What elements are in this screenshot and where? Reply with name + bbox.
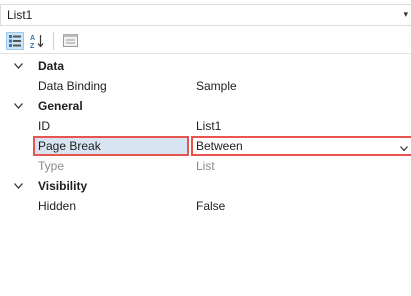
alphabetical-button[interactable]: A Z: [28, 32, 46, 50]
object-selector[interactable]: List1 ▾: [0, 4, 411, 26]
chevron-down-icon[interactable]: [11, 179, 25, 193]
category-label: Data: [38, 59, 65, 73]
object-selector-value: List1: [7, 8, 33, 22]
property-name: Type: [38, 159, 65, 173]
property-value[interactable]: False: [196, 199, 225, 213]
property-grid: Data Data Binding Sample General ID List…: [0, 56, 411, 216]
categorized-icon: [9, 34, 21, 47]
property-value[interactable]: List1: [196, 119, 221, 133]
property-pages-button[interactable]: [61, 32, 79, 50]
property-value[interactable]: Between: [196, 139, 243, 153]
property-toolbar: A Z: [0, 28, 411, 54]
property-name: Page Break: [38, 139, 101, 153]
property-name: ID: [38, 119, 50, 133]
chevron-down-icon[interactable]: [11, 99, 25, 113]
property-row-id[interactable]: ID List1: [0, 116, 411, 136]
category-label: Visibility: [38, 179, 88, 193]
property-row-page-break[interactable]: Page Break Between: [0, 136, 411, 156]
svg-text:A: A: [30, 35, 35, 42]
property-name: Data Binding: [38, 79, 107, 93]
property-pages-icon: [62, 34, 78, 47]
property-value[interactable]: Sample: [196, 79, 237, 93]
property-value: List: [196, 159, 215, 173]
chevron-down-icon[interactable]: [11, 59, 25, 73]
category-general[interactable]: General: [0, 96, 411, 116]
property-row-hidden[interactable]: Hidden False: [0, 196, 411, 216]
chevron-down-icon[interactable]: [397, 140, 411, 156]
property-row-type: Type List: [0, 156, 411, 176]
property-row-data-binding[interactable]: Data Binding Sample: [0, 76, 411, 96]
category-data[interactable]: Data: [0, 56, 411, 76]
property-name: Hidden: [38, 199, 77, 213]
alphabetical-sort-icon: A Z: [30, 34, 44, 49]
categorized-button[interactable]: [6, 31, 24, 50]
category-label: General: [38, 99, 83, 113]
chevron-down-icon[interactable]: ▾: [403, 9, 408, 20]
toolbar-separator: [53, 31, 54, 50]
category-visibility[interactable]: Visibility: [0, 176, 411, 196]
svg-text:Z: Z: [30, 43, 35, 49]
